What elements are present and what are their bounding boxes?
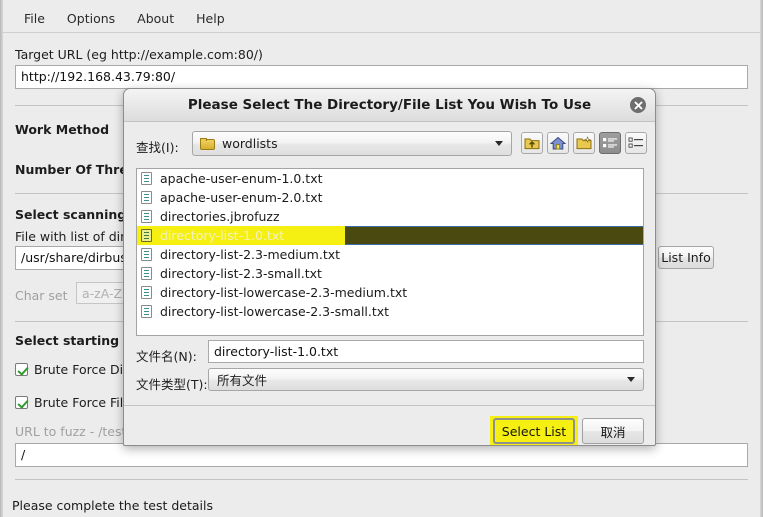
chevron-down-icon bbox=[627, 377, 635, 382]
file-list-item-label: directory-list-lowercase-2.3-medium.txt bbox=[160, 285, 408, 300]
document-icon bbox=[141, 229, 152, 242]
menu-bar: File Options About Help bbox=[3, 5, 760, 33]
list-view-icon[interactable] bbox=[625, 132, 647, 154]
up-folder-icon[interactable] bbox=[521, 132, 543, 154]
char-set-label: Char set bbox=[15, 288, 68, 303]
file-list-item[interactable]: directory-list-lowercase-2.3-small.txt bbox=[137, 302, 643, 321]
home-icon[interactable] bbox=[547, 132, 569, 154]
select-list-button[interactable]: Select List bbox=[493, 418, 575, 444]
menu-item-options[interactable]: Options bbox=[56, 8, 126, 29]
file-list-item-label: directory-list-2.3-medium.txt bbox=[160, 247, 341, 262]
url-to-fuzz-input[interactable]: / bbox=[15, 443, 748, 467]
separator-4 bbox=[15, 479, 748, 480]
document-icon bbox=[141, 191, 152, 204]
status-bar: Please complete the test details bbox=[3, 493, 760, 517]
grid-view-icon[interactable] bbox=[599, 132, 621, 154]
checkmark-icon bbox=[15, 363, 28, 376]
brute-force-files-checkbox[interactable]: Brute Force Files bbox=[15, 395, 137, 410]
document-icon bbox=[141, 286, 152, 299]
file-list-item-label: directory-list-2.3-small.txt bbox=[160, 266, 322, 281]
file-list-item-label: directories.jbrofuzz bbox=[160, 209, 280, 224]
brute-force-dirs-label: Brute Force Dirs bbox=[34, 362, 135, 377]
work-method-label: Work Method bbox=[15, 122, 110, 137]
list-info-button[interactable]: List Info bbox=[658, 246, 714, 269]
screen: File Options About Help Target URL (eg h… bbox=[0, 0, 763, 517]
chevron-down-icon bbox=[495, 141, 503, 146]
checkmark-icon bbox=[15, 396, 28, 409]
cancel-button[interactable]: 取消 bbox=[582, 418, 644, 444]
document-icon bbox=[141, 248, 152, 261]
file-list-item-label: apache-user-enum-1.0.txt bbox=[160, 171, 323, 186]
new-folder-icon[interactable] bbox=[573, 132, 595, 154]
dialog-title: Please Select The Directory/File List Yo… bbox=[187, 97, 592, 113]
file-chooser-dialog: Please Select The Directory/File List Yo… bbox=[123, 88, 656, 446]
dialog-separator bbox=[124, 405, 655, 406]
document-icon bbox=[141, 172, 152, 185]
brute-force-dirs-checkbox[interactable]: Brute Force Dirs bbox=[15, 362, 135, 377]
dialog-body: 查找(I): wordlists apache-user-enum-1.0.tx… bbox=[124, 122, 655, 445]
file-list-item[interactable]: directory-list-2.3-medium.txt bbox=[137, 245, 643, 264]
file-list-item[interactable]: directories.jbrofuzz bbox=[137, 207, 643, 226]
file-list-item[interactable]: directory-list-1.0.txt bbox=[137, 226, 643, 245]
file-list-item[interactable]: directory-list-lowercase-2.3-medium.txt bbox=[137, 283, 643, 302]
file-name-input[interactable]: directory-list-1.0.txt bbox=[208, 340, 644, 363]
look-in-value: wordlists bbox=[222, 136, 278, 151]
document-icon bbox=[141, 305, 152, 318]
file-list-item[interactable]: apache-user-enum-2.0.txt bbox=[137, 188, 643, 207]
look-in-label: 查找(I): bbox=[136, 140, 179, 155]
brute-force-files-label: Brute Force Files bbox=[34, 395, 138, 410]
document-icon bbox=[141, 210, 152, 223]
folder-icon bbox=[200, 137, 215, 150]
file-list-item[interactable]: apache-user-enum-1.0.txt bbox=[137, 169, 643, 188]
menu-item-file[interactable]: File bbox=[13, 8, 56, 29]
document-icon bbox=[141, 267, 152, 280]
close-icon[interactable] bbox=[630, 97, 646, 113]
file-type-value: 所有文件 bbox=[217, 373, 268, 388]
file-name-label: 文件名(N): bbox=[136, 349, 197, 364]
file-list[interactable]: apache-user-enum-1.0.txt apache-user-enum… bbox=[136, 168, 644, 336]
file-rows-container: apache-user-enum-1.0.txt apache-user-enum… bbox=[137, 169, 643, 321]
file-list-item-label: directory-list-1.0.txt bbox=[160, 228, 285, 243]
look-in-combo[interactable]: wordlists bbox=[192, 131, 512, 156]
file-list-item-label: directory-list-lowercase-2.3-small.txt bbox=[160, 304, 390, 319]
file-type-combo[interactable]: 所有文件 bbox=[208, 368, 644, 391]
target-url-input[interactable]: http://192.168.43.79:80/ bbox=[15, 65, 748, 89]
file-type-label: 文件类型(T): bbox=[136, 377, 208, 392]
menu-item-help[interactable]: Help bbox=[185, 8, 236, 29]
menu-item-about[interactable]: About bbox=[126, 8, 185, 29]
file-list-item[interactable]: directory-list-2.3-small.txt bbox=[137, 264, 643, 283]
target-url-label: Target URL (eg http://example.com:80/) bbox=[15, 47, 263, 62]
dialog-title-bar: Please Select The Directory/File List Yo… bbox=[124, 89, 655, 122]
status-text: Please complete the test details bbox=[12, 497, 214, 513]
file-list-item-label: apache-user-enum-2.0.txt bbox=[160, 190, 323, 205]
